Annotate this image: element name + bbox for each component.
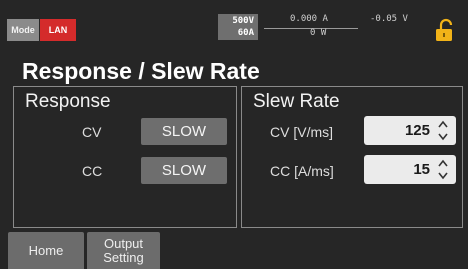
- instrument-screen: Mode LAN 500V 60A 0.000 A -0.05 V 0 W Re…: [0, 0, 468, 269]
- slew-cc-label: CC [A/ms]: [270, 163, 334, 179]
- tab-home-label: Home: [28, 242, 64, 258]
- page-title: Response / Slew Rate: [22, 58, 260, 84]
- slew-cc-spinner[interactable]: 15: [364, 155, 456, 184]
- tab-output-label-line2: Setting: [103, 249, 144, 265]
- measured-power: 0 W: [310, 28, 327, 38]
- tab-output-setting[interactable]: Output Setting: [87, 232, 160, 269]
- response-cc-label: CC: [82, 163, 103, 179]
- response-panel-title: Response: [25, 91, 111, 112]
- tab-output-label-line1: Output: [103, 235, 144, 251]
- range-indicator: 500V 60A: [218, 14, 258, 40]
- slew-cv-value: 125: [404, 122, 430, 139]
- slew-cv-spinner[interactable]: 125: [364, 116, 456, 145]
- slew-cv-label: CV [V/ms]: [270, 124, 334, 140]
- measured-current: 0.000 A: [290, 14, 328, 24]
- measurement-readout: 0.000 A -0.05 V 0 W: [262, 14, 416, 40]
- lock-icon[interactable]: [433, 18, 457, 42]
- measured-voltage: -0.05 V: [370, 14, 408, 24]
- response-panel: Response CV SLOW CC SLOW: [13, 86, 237, 228]
- up-down-arrows-icon[interactable]: [438, 155, 448, 184]
- range-voltage: 500V: [232, 16, 254, 26]
- slew-rate-panel-title: Slew Rate: [253, 91, 340, 112]
- slew-rate-panel: Slew Rate CV [V/ms] 125 CC [A/ms] 15: [241, 86, 463, 228]
- slew-cc-value: 15: [413, 161, 430, 178]
- response-cv-button[interactable]: SLOW: [141, 118, 227, 145]
- tab-home[interactable]: Home: [8, 232, 84, 269]
- response-cc-button[interactable]: SLOW: [141, 157, 227, 184]
- up-down-arrows-icon[interactable]: [438, 116, 448, 145]
- range-current: 60A: [237, 28, 254, 38]
- mode-indicator[interactable]: Mode: [7, 19, 39, 41]
- lan-indicator: LAN: [40, 19, 76, 41]
- status-bar: Mode LAN 500V 60A 0.000 A -0.05 V 0 W: [0, 0, 468, 48]
- response-cv-label: CV: [82, 124, 102, 140]
